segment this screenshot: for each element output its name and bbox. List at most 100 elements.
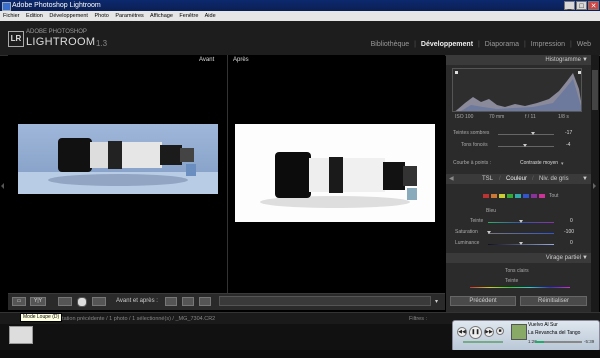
saturation-slider-thumb[interactable] [487,231,492,234]
darks-value[interactable]: -4 [566,142,570,148]
menu-fichier[interactable]: Fichier [3,13,20,19]
split-hue-label: Teinte [505,278,519,284]
color-swatch[interactable] [523,194,529,198]
split-toning-title: Virage partiel [545,255,581,261]
darks-slider-thumb[interactable] [522,144,527,147]
histogram-graph [455,71,581,111]
filmstrip-thumbnail[interactable] [9,326,33,344]
color-swatch[interactable] [539,194,545,198]
module-impression[interactable]: Impression [531,41,565,48]
luminance-slider-thumb[interactable] [519,242,523,245]
hsl-collapse-icon[interactable]: ◀ [449,174,454,184]
color-swatch[interactable] [491,194,497,198]
close-button[interactable]: ✕ [588,1,599,10]
saturation-slider[interactable] [488,233,554,234]
module-separator: | [569,41,572,48]
shadows-slider[interactable] [498,134,554,135]
shadows-value[interactable]: -17 [565,130,572,136]
color-swatch[interactable] [483,194,489,198]
taskbar [0,350,600,358]
hsl-tab-niv-gris[interactable]: Niv. de gris [539,174,569,184]
split-hue-slider[interactable] [470,287,570,288]
lens-image-before [18,138,218,194]
module-diaporama[interactable]: Diaporama [485,41,519,48]
swap-before-after-icon[interactable] [199,297,211,306]
after-label: Après [233,57,249,63]
loupe-view-button[interactable]: ▭ [12,297,26,306]
hue-label: Teinte [470,218,484,224]
color-swatch[interactable] [515,194,521,198]
saturation-value[interactable]: -100 [564,229,574,235]
hsl-tab-tsl[interactable]: TSL [482,174,493,184]
before-label: Avant [199,57,215,63]
window-titlebar: Adobe Photoshop Lightroom _ □ ✕ [0,0,600,11]
menu-developpement[interactable]: Développement [49,13,88,19]
module-web[interactable]: Web [577,41,591,48]
play-pause-icon[interactable]: ❚❚ [469,326,482,339]
module-picker: Bibliothèque | Développement | Diaporama… [368,41,591,48]
version-label: 1.3 [96,39,108,48]
reset-button[interactable]: Réinitialiser [520,296,587,306]
minimize-button[interactable]: _ [564,1,575,10]
copy-after-to-before-icon[interactable] [182,297,194,306]
hue-slider-thumb[interactable] [519,220,523,223]
crop-tool-icon[interactable] [58,297,72,306]
track-title: Vuelvo Al Sur [528,322,558,328]
module-separator: | [523,41,526,48]
luminance-value[interactable]: 0 [570,240,573,246]
next-track-icon[interactable]: ▶▶ [484,327,494,337]
histogram-header[interactable]: Histogramme ▼ [446,55,591,65]
scrollbar-thumb[interactable] [592,70,598,110]
after-photo[interactable] [235,124,435,222]
histogram-aperture: f / 11 [525,114,536,120]
menu-fenetre[interactable]: Fenêtre [179,13,198,19]
stop-icon[interactable]: ■ [496,327,504,335]
window-title: Adobe Photoshop Lightroom [12,2,101,9]
collapse-icon: ▼ [582,57,588,63]
volume-slider[interactable] [463,341,503,343]
menu-aide[interactable]: Aide [205,13,216,19]
brand-line-2: LIGHTROOM [26,36,96,48]
point-curve-select[interactable]: Contraste moyen [520,160,558,166]
maximize-button[interactable]: □ [576,1,587,10]
album-name: La Revancha del Tango [528,330,581,336]
toolbar-menu-arrow-icon[interactable]: ▾ [435,298,438,305]
shadows-label: Teintes sombres [453,130,490,136]
hsl-tab-couleur[interactable]: Couleur [506,174,527,184]
color-swatch[interactable] [507,194,513,198]
split-toning-header[interactable]: Virage partiel ▼ [446,253,591,263]
color-swatch[interactable] [499,194,505,198]
point-curve-dropdown-icon[interactable]: ▾ [561,161,564,167]
menu-bar: Fichier Edition Développement Photo Para… [0,11,600,21]
previous-button[interactable]: Précédent [450,296,516,306]
remaining-time: -5:39 [584,339,595,344]
before-after-label: Avant et après : [116,298,158,304]
module-separator: | [414,41,416,48]
menu-edition[interactable]: Edition [26,13,43,19]
blue-group-label: Bleu [486,208,497,214]
histogram-iso: ISO 100 [455,114,474,120]
toolbar-info-field [219,296,431,306]
histogram-focal: 70 mm [489,114,505,120]
menu-photo[interactable]: Photo [94,13,108,19]
menu-parametres[interactable]: Paramètres [115,13,143,19]
before-after-mode-button[interactable]: Y|Y [30,297,46,306]
module-developpement[interactable]: Développement [421,41,473,48]
shadows-slider-thumb[interactable] [530,132,535,135]
red-eye-tool-icon[interactable] [77,297,87,307]
menu-affichage[interactable]: Affichage [150,13,173,19]
lightroom-logo: LR [8,31,24,47]
color-swatch[interactable] [531,194,537,198]
left-panel-toggle-icon[interactable] [1,183,4,189]
copy-before-to-after-icon[interactable] [165,297,177,306]
before-photo[interactable] [18,124,218,194]
module-bibliotheque[interactable]: Bibliothèque [371,41,410,48]
track-progress-fill [535,341,545,343]
luminance-label: Luminance [455,240,480,246]
right-panel-toggle-icon[interactable] [593,183,596,189]
white-balance-tool-icon[interactable] [92,297,106,306]
previous-track-icon[interactable]: ◀◀ [457,327,467,337]
all-colors-label[interactable]: Tout [549,193,558,199]
hue-value[interactable]: 0 [570,218,573,224]
hsl-header[interactable]: ◀ TSL / Couleur / Niv. de gris ▼ [446,174,591,184]
